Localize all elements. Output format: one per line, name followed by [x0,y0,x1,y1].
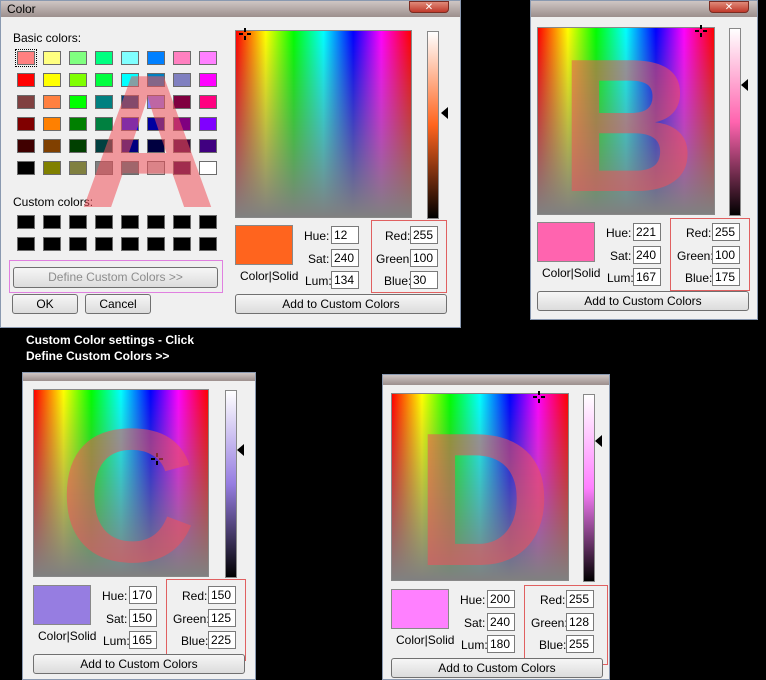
luminosity-arrow[interactable] [741,79,748,91]
lum-label: Lum: [607,271,634,285]
basic-color-swatch[interactable] [43,95,61,109]
caption: Custom Color settings - Click Define Cus… [26,332,194,364]
basic-colors-label: Basic colors: [13,31,82,45]
luminosity-arrow[interactable] [237,444,244,456]
green-label: Green: [376,252,413,266]
red-field[interactable]: 255 [566,590,594,608]
blue-field[interactable]: 30 [410,271,438,289]
caption-line-2: Define Custom Colors >> [26,349,170,363]
lum-field[interactable]: 165 [129,631,157,649]
sat-label: Sat: [308,252,330,266]
color-dialog-a: Color ✕ Basic colors: Custom colors: Def… [0,0,461,328]
blue-field[interactable]: 225 [208,631,236,649]
lum-label: Lum: [305,274,332,288]
close-button[interactable]: ✕ [409,1,449,13]
blue-field[interactable]: 175 [712,268,740,286]
lum-field[interactable]: 180 [487,635,515,653]
hue-label: Hue: [304,229,330,243]
red-field[interactable]: 255 [410,226,438,244]
custom-color-swatch[interactable] [43,237,61,251]
title-bar: Color [1,1,460,17]
add-to-custom-colors-button[interactable]: Add to Custom Colors [537,291,749,311]
caption-line-1: Custom Color settings - Click [26,333,195,347]
ok-button[interactable]: OK [12,294,78,314]
basic-color-swatch[interactable] [17,117,35,131]
hue-field[interactable]: 12 [331,226,359,244]
color-solid-label: Color|Solid [396,633,455,647]
title-bar [23,373,255,381]
title-bar [383,375,609,385]
blue-label: Blue: [685,271,713,285]
add-to-custom-colors-button[interactable]: Add to Custom Colors [235,294,447,314]
dialog-title: Color [7,2,36,16]
green-field[interactable]: 125 [208,609,236,627]
blue-field[interactable]: 255 [566,635,594,653]
basic-color-swatch[interactable] [17,95,35,109]
spectrum-crosshair[interactable] [239,28,251,40]
color-spectrum[interactable] [235,30,412,218]
green-label: Green: [173,612,210,626]
sat-field[interactable]: 240 [487,613,515,631]
sat-label: Sat: [610,249,632,263]
cancel-button[interactable]: Cancel [85,294,151,314]
color-solid-label: Color|Solid [240,269,299,283]
sat-field[interactable]: 150 [129,609,157,627]
blue-label: Blue: [181,634,209,648]
add-to-custom-colors-button[interactable]: Add to Custom Colors [391,658,603,678]
red-label: Red: [385,229,411,243]
sat-field[interactable]: 240 [331,249,359,267]
lum-label: Lum: [461,638,488,652]
basic-color-swatch[interactable] [17,161,35,175]
overlay-letter-b: B [559,20,697,232]
red-field[interactable]: 255 [712,223,740,241]
luminosity-bar[interactable] [225,390,237,578]
basic-color-swatch[interactable] [43,117,61,131]
basic-color-swatch[interactable] [43,73,61,87]
lum-label: Lum: [103,634,130,648]
custom-color-swatch[interactable] [17,237,35,251]
add-to-custom-colors-button[interactable]: Add to Custom Colors [33,654,245,674]
sat-label: Sat: [106,612,128,626]
blue-label: Blue: [384,274,412,288]
green-field[interactable]: 100 [410,249,438,267]
green-label: Green: [531,616,568,630]
overlay-letter-d: D [415,394,553,606]
sat-label: Sat: [464,616,486,630]
overlay-letter-a: A [79,36,217,248]
color-dialog-d: Color|Solid Hue: 200 Sat: 240 Lum: 180 R… [382,374,610,680]
color-dialog-b: ✕ Color|Solid Hue: 221 Sat: 240 Lum: 167… [530,0,758,320]
basic-color-swatch[interactable] [17,73,35,87]
basic-color-swatch[interactable] [15,49,37,67]
basic-color-swatch[interactable] [17,139,35,153]
color-solid-label: Color|Solid [542,266,601,280]
green-field[interactable]: 100 [712,246,740,264]
lum-field[interactable]: 167 [633,268,661,286]
blue-label: Blue: [539,638,567,652]
lum-field[interactable]: 134 [331,271,359,289]
luminosity-bar[interactable] [427,31,439,219]
color-solid-swatch [235,225,293,265]
spectrum-crosshair[interactable] [695,25,707,37]
luminosity-arrow[interactable] [595,435,602,447]
basic-color-swatch[interactable] [43,161,61,175]
overlay-letter-c: C [59,390,197,602]
green-field[interactable]: 128 [566,613,594,631]
color-dialog-c: Color|Solid Hue: 170 Sat: 150 Lum: 165 R… [22,372,256,680]
color-solid-label: Color|Solid [38,629,97,643]
custom-color-swatch[interactable] [17,215,35,229]
close-button[interactable]: ✕ [709,1,749,13]
green-label: Green: [677,249,714,263]
define-custom-colors-button[interactable]: Define Custom Colors >> [13,267,218,288]
luminosity-arrow[interactable] [441,107,448,119]
basic-color-swatch[interactable] [43,51,61,65]
sat-field[interactable]: 240 [633,246,661,264]
custom-color-swatch[interactable] [43,215,61,229]
red-field[interactable]: 150 [208,586,236,604]
luminosity-bar[interactable] [729,28,741,216]
basic-color-swatch[interactable] [43,139,61,153]
luminosity-bar[interactable] [583,394,595,582]
